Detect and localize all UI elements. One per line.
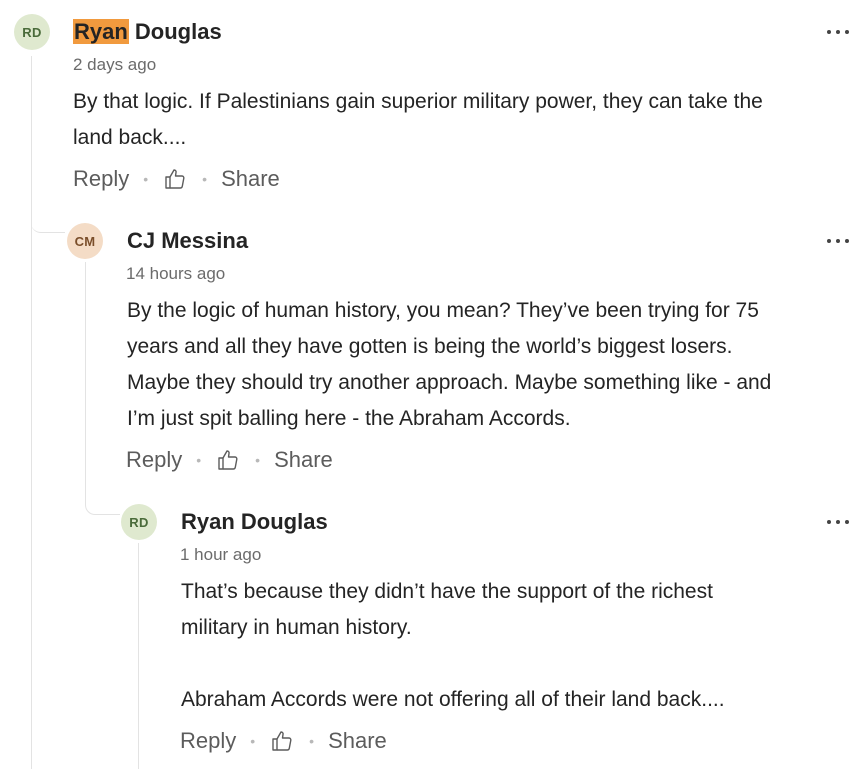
more-options-icon[interactable]: [827, 517, 849, 527]
comment-thread: RD Ryan Douglas 2 days ago By that logic…: [0, 0, 850, 769]
comment-actions: Reply • • Share: [180, 728, 387, 754]
separator-dot: •: [309, 733, 315, 749]
body-line: military in human history.: [181, 616, 412, 639]
share-button[interactable]: Share: [328, 728, 387, 754]
avatar-initials: RD: [129, 514, 149, 530]
avatar[interactable]: RD: [121, 504, 157, 540]
separator-dot: •: [250, 733, 256, 749]
comment-reply: RD Ryan Douglas 1 hour ago That’s becaus…: [0, 0, 850, 769]
reply-button[interactable]: Reply: [180, 728, 236, 754]
timestamp[interactable]: 1 hour ago: [180, 545, 261, 565]
comment-body: That’s because they didn’t have the supp…: [181, 574, 846, 718]
body-line: That’s because they didn’t have the supp…: [181, 580, 713, 603]
body-line: Abraham Accords were not offering all of…: [181, 688, 725, 711]
thumbs-up-icon[interactable]: [269, 728, 295, 754]
author-name[interactable]: Ryan Douglas: [181, 509, 328, 535]
